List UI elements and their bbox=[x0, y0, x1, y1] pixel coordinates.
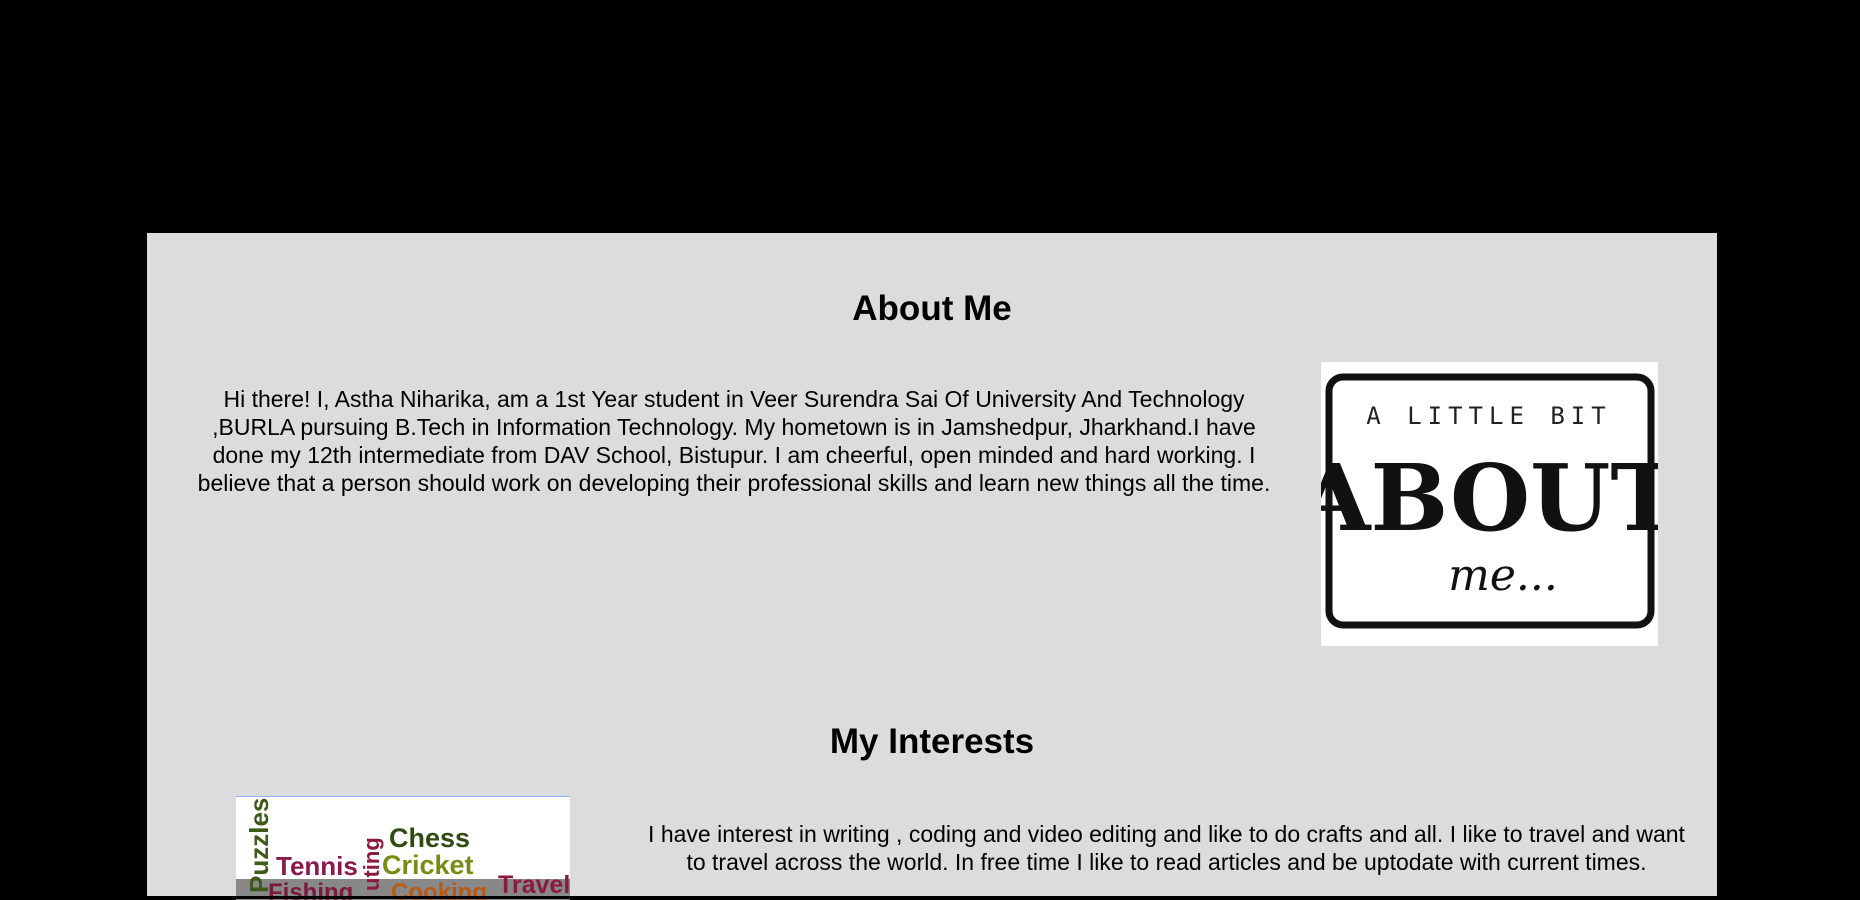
content-panel: About Me Hi there! I, Astha Niharika, am… bbox=[147, 233, 1717, 900]
about-image-line1: A LITTLE BIT bbox=[1366, 402, 1611, 430]
about-paragraph: Hi there! I, Astha Niharika, am a 1st Ye… bbox=[197, 386, 1271, 496]
word-chess: Chess bbox=[389, 823, 470, 853]
word-tennis: Tennis bbox=[276, 851, 358, 881]
about-me-image: A LITTLE BIT ABOUT me... bbox=[1321, 362, 1658, 646]
about-image-line2: ABOUT bbox=[1321, 444, 1658, 552]
word-outing: uting bbox=[359, 837, 384, 891]
about-image-line3: me... bbox=[1448, 550, 1558, 601]
interests-heading: My Interests bbox=[829, 722, 1035, 761]
about-heading: About Me bbox=[852, 289, 1012, 328]
interests-word-cloud-image: Puzzles Chess Tennis Cricket Fishing Coo… bbox=[236, 796, 570, 900]
word-cricket: Cricket bbox=[382, 850, 474, 880]
interests-paragraph: I have interest in writing , coding and … bbox=[648, 821, 1685, 875]
word-travel: Travel bbox=[498, 871, 570, 899]
